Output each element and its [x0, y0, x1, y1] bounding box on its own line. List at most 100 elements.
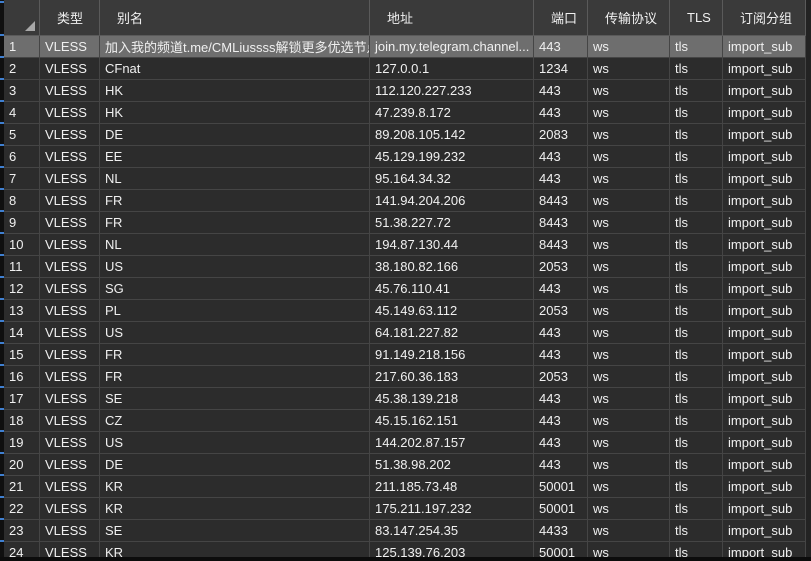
window-left-edge [0, 0, 4, 561]
table-row[interactable]: 13 VLESS PL 45.149.63.112 2053 ws tls im… [4, 300, 806, 322]
cell-tls: tls [670, 366, 723, 387]
cell-tls: tls [670, 124, 723, 145]
column-header-tls[interactable]: TLS [670, 0, 723, 35]
cell-type: VLESS [40, 36, 100, 57]
table-row[interactable]: 12 VLESS SG 45.76.110.41 443 ws tls impo… [4, 278, 806, 300]
cell-port: 443 [534, 36, 588, 57]
table-row[interactable]: 15 VLESS FR 91.149.218.156 443 ws tls im… [4, 344, 806, 366]
row-number-cell[interactable]: 6 [4, 146, 40, 167]
table-row[interactable]: 18 VLESS CZ 45.15.162.151 443 ws tls imp… [4, 410, 806, 432]
column-header-alias[interactable]: 别名 [100, 0, 370, 35]
cell-network: ws [588, 344, 670, 365]
cell-type: VLESS [40, 366, 100, 387]
row-number-cell[interactable]: 15 [4, 344, 40, 365]
row-number-cell[interactable]: 11 [4, 256, 40, 277]
cell-group: import_sub [723, 432, 806, 453]
row-number-cell[interactable]: 7 [4, 168, 40, 189]
table-row[interactable]: 16 VLESS FR 217.60.36.183 2053 ws tls im… [4, 366, 806, 388]
row-number-cell[interactable]: 20 [4, 454, 40, 475]
cell-alias: FR [100, 344, 370, 365]
row-number-cell[interactable]: 19 [4, 432, 40, 453]
cell-port: 443 [534, 278, 588, 299]
row-number-cell[interactable]: 18 [4, 410, 40, 431]
table-row[interactable]: 8 VLESS FR 141.94.204.206 8443 ws tls im… [4, 190, 806, 212]
column-header-port[interactable]: 端口 [534, 0, 588, 35]
table-row[interactable]: 7 VLESS NL 95.164.34.32 443 ws tls impor… [4, 168, 806, 190]
cell-address: 91.149.218.156 [370, 344, 534, 365]
cell-alias: US [100, 322, 370, 343]
cell-network: ws [588, 388, 670, 409]
table-row[interactable]: 4 VLESS HK 47.239.8.172 443 ws tls impor… [4, 102, 806, 124]
cell-network: ws [588, 498, 670, 519]
row-number-cell[interactable]: 17 [4, 388, 40, 409]
cell-network: ws [588, 212, 670, 233]
row-number-cell[interactable]: 23 [4, 520, 40, 541]
proxy-node-table-window: 类型 别名 地址 端口 传输协议 TLS 订阅分组 1 VLESS 加入我的频道… [0, 0, 811, 561]
cell-port: 4433 [534, 520, 588, 541]
cell-group: import_sub [723, 212, 806, 233]
column-header-network[interactable]: 传输协议 [588, 0, 670, 35]
cell-type: VLESS [40, 300, 100, 321]
column-header-type[interactable]: 类型 [40, 0, 100, 35]
row-number-cell[interactable]: 1 [4, 36, 40, 57]
table-row[interactable]: 11 VLESS US 38.180.82.166 2053 ws tls im… [4, 256, 806, 278]
select-all-corner[interactable] [4, 0, 40, 35]
cell-port: 443 [534, 388, 588, 409]
table-row[interactable]: 23 VLESS SE 83.147.254.35 4433 ws tls im… [4, 520, 806, 542]
row-number-cell[interactable]: 16 [4, 366, 40, 387]
cell-group: import_sub [723, 410, 806, 431]
cell-address: 144.202.87.157 [370, 432, 534, 453]
row-number-cell[interactable]: 14 [4, 322, 40, 343]
cell-tls: tls [670, 146, 723, 167]
table-row[interactable]: 6 VLESS EE 45.129.199.232 443 ws tls imp… [4, 146, 806, 168]
column-header-group[interactable]: 订阅分组 [723, 0, 806, 35]
cell-type: VLESS [40, 476, 100, 497]
table-row[interactable]: 5 VLESS DE 89.208.105.142 2083 ws tls im… [4, 124, 806, 146]
table-row[interactable]: 22 VLESS KR 175.211.197.232 50001 ws tls… [4, 498, 806, 520]
row-number-cell[interactable]: 5 [4, 124, 40, 145]
row-number-cell[interactable]: 12 [4, 278, 40, 299]
cell-alias: SG [100, 278, 370, 299]
row-number-cell[interactable]: 13 [4, 300, 40, 321]
cell-alias: FR [100, 366, 370, 387]
cell-alias: DE [100, 454, 370, 475]
cell-type: VLESS [40, 80, 100, 101]
cell-type: VLESS [40, 58, 100, 79]
row-number-cell[interactable]: 4 [4, 102, 40, 123]
cell-tls: tls [670, 256, 723, 277]
cell-type: VLESS [40, 520, 100, 541]
table-row[interactable]: 10 VLESS NL 194.87.130.44 8443 ws tls im… [4, 234, 806, 256]
row-number-cell[interactable]: 21 [4, 476, 40, 497]
cell-network: ws [588, 366, 670, 387]
table-row[interactable]: 19 VLESS US 144.202.87.157 443 ws tls im… [4, 432, 806, 454]
cell-port: 443 [534, 410, 588, 431]
row-number-cell[interactable]: 3 [4, 80, 40, 101]
cell-group: import_sub [723, 168, 806, 189]
table-row[interactable]: 9 VLESS FR 51.38.227.72 8443 ws tls impo… [4, 212, 806, 234]
cell-network: ws [588, 256, 670, 277]
row-number-cell[interactable]: 2 [4, 58, 40, 79]
cell-port: 443 [534, 168, 588, 189]
row-number-cell[interactable]: 8 [4, 190, 40, 211]
cell-alias: HK [100, 80, 370, 101]
cell-type: VLESS [40, 234, 100, 255]
table-row[interactable]: 20 VLESS DE 51.38.98.202 443 ws tls impo… [4, 454, 806, 476]
cell-type: VLESS [40, 124, 100, 145]
table-row[interactable]: 14 VLESS US 64.181.227.82 443 ws tls imp… [4, 322, 806, 344]
cell-group: import_sub [723, 234, 806, 255]
table-row[interactable]: 3 VLESS HK 112.120.227.233 443 ws tls im… [4, 80, 806, 102]
window-bottom-edge [0, 557, 811, 561]
cell-address: 141.94.204.206 [370, 190, 534, 211]
cell-address: 64.181.227.82 [370, 322, 534, 343]
cell-group: import_sub [723, 454, 806, 475]
row-number-cell[interactable]: 10 [4, 234, 40, 255]
row-number-cell[interactable]: 22 [4, 498, 40, 519]
table-row[interactable]: 17 VLESS SE 45.38.139.218 443 ws tls imp… [4, 388, 806, 410]
table-row[interactable]: 21 VLESS KR 211.185.73.48 50001 ws tls i… [4, 476, 806, 498]
table-row[interactable]: 1 VLESS 加入我的频道t.me/CMLiussss解锁更多优选节点 joi… [4, 36, 806, 58]
cell-alias: SE [100, 520, 370, 541]
row-number-cell[interactable]: 9 [4, 212, 40, 233]
cell-address: 45.38.139.218 [370, 388, 534, 409]
column-header-address[interactable]: 地址 [370, 0, 534, 35]
table-row[interactable]: 2 VLESS CFnat 127.0.0.1 1234 ws tls impo… [4, 58, 806, 80]
